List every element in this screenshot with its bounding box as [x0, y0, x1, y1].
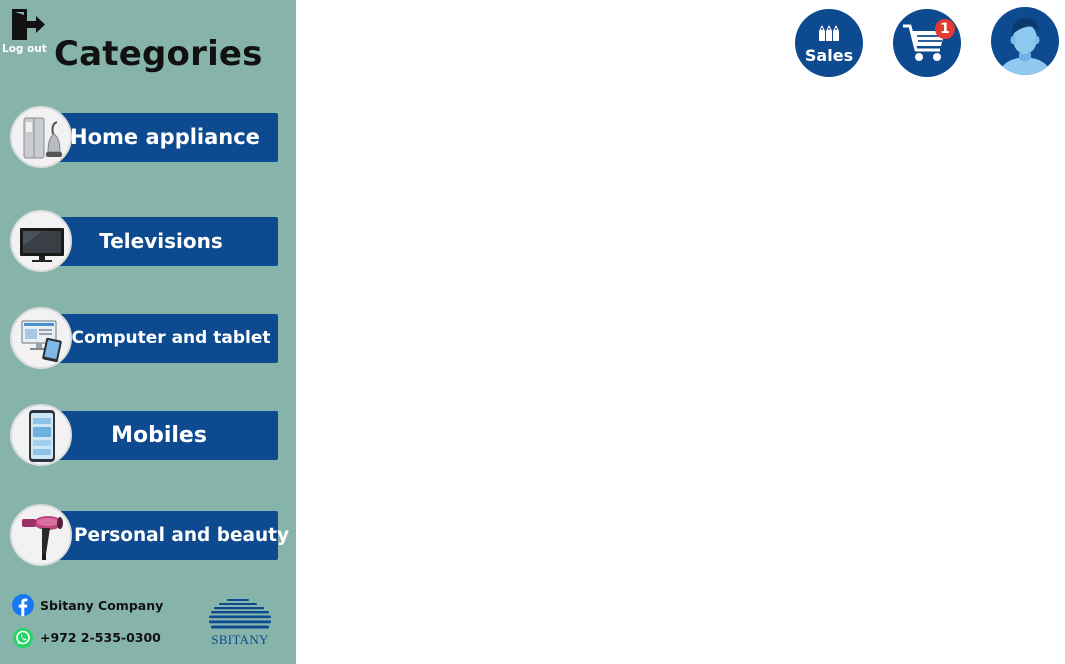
television-icon: [20, 228, 64, 262]
category-label: Mobiles: [111, 423, 207, 448]
category-label: Home appliance: [70, 125, 260, 149]
sbitany-globe-icon: [209, 599, 271, 629]
user-avatar-icon: [999, 18, 1051, 75]
category-label: Personal and beauty: [74, 525, 290, 546]
personal-beauty-thumbnail: [10, 504, 72, 566]
logout-icon: [12, 9, 45, 40]
brand-name: SBITANY: [211, 632, 269, 647]
whatsapp-icon: [13, 628, 33, 648]
hair-dryer-icon: [22, 516, 63, 560]
sales-button[interactable]: Sales: [795, 9, 863, 77]
category-personal-and-beauty[interactable]: Personal and beauty: [10, 504, 290, 568]
category-mobiles[interactable]: Mobiles: [10, 404, 278, 468]
cart-count-badge: 1: [935, 19, 955, 39]
appliance-icon: [23, 117, 62, 159]
logout-button[interactable]: Log out: [2, 6, 50, 58]
facebook-contact[interactable]: Sbitany Company: [12, 594, 172, 618]
logout-label: Log out: [2, 43, 47, 55]
cart-button[interactable]: 1: [893, 9, 961, 77]
categories-sidebar: Log out Categories Home appliance Televi…: [0, 0, 296, 664]
category-home-appliance[interactable]: Home appliance: [10, 106, 278, 170]
home-appliance-thumbnail: [10, 106, 72, 168]
category-televisions[interactable]: Televisions: [10, 210, 278, 274]
category-label: Televisions: [99, 229, 223, 253]
whatsapp-contact[interactable]: +972 2-535-0300: [12, 626, 172, 650]
mobiles-thumbnail: [10, 404, 72, 466]
facebook-icon: [12, 594, 34, 616]
computer-tablet-thumbnail: [10, 307, 72, 369]
televisions-thumbnail: [10, 210, 72, 272]
category-label: Computer and tablet: [71, 328, 271, 348]
facebook-text: Sbitany Company: [40, 598, 164, 613]
computer-tablet-icon: [21, 320, 62, 363]
whatsapp-text: +972 2-535-0300: [40, 630, 161, 645]
shopping-cart-icon: [903, 24, 945, 61]
sales-label: Sales: [804, 46, 854, 65]
category-computer-and-tablet[interactable]: Computer and tablet: [10, 307, 278, 371]
sbitany-logo: SBITANY: [205, 596, 275, 648]
sales-tags-icon: [819, 25, 839, 41]
categories-title: Categories: [54, 34, 263, 74]
profile-button[interactable]: [991, 7, 1059, 75]
smartphone-icon: [29, 410, 55, 462]
